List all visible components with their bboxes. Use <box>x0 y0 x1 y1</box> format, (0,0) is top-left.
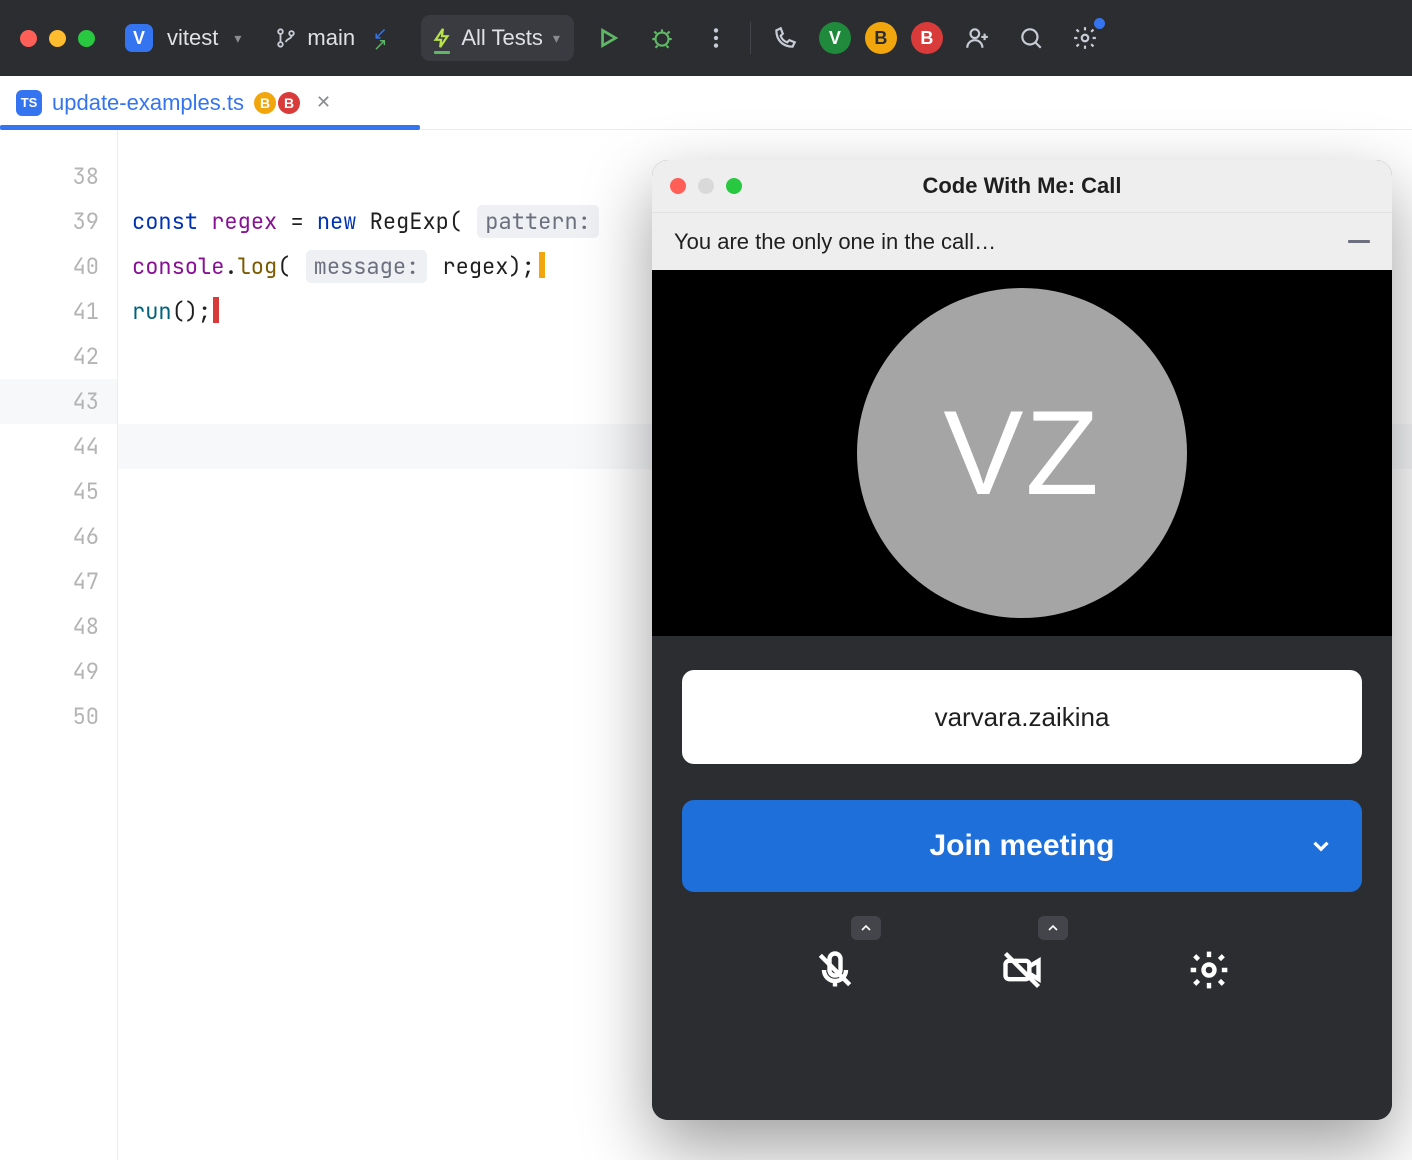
call-title: Code With Me: Call <box>652 173 1392 199</box>
ts-file-icon: TS <box>16 90 42 116</box>
call-button[interactable] <box>765 18 805 58</box>
settings-button[interactable] <box>1065 18 1105 58</box>
run-config-dropdown[interactable]: All Tests ▾ <box>421 15 574 61</box>
call-titlebar[interactable]: Code With Me: Call <box>652 160 1392 212</box>
camera-toggle[interactable] <box>990 938 1054 1002</box>
tab-filename: update-examples.ts <box>52 90 244 116</box>
avatar-3[interactable]: B <box>911 22 943 54</box>
active-tab-indicator <box>0 125 420 130</box>
call-status-text: You are the only one in the call… <box>674 229 996 255</box>
call-controls <box>682 938 1362 1002</box>
branch-name[interactable]: main <box>307 25 355 51</box>
gutter: 38394041424344454647484950 <box>0 130 118 1160</box>
ide-toolbar: V vitest ▾ main ↙↗ All Tests ▾ V B B <box>0 0 1412 76</box>
close-icon[interactable] <box>20 30 37 47</box>
join-meeting-button[interactable]: Join meeting <box>682 800 1362 892</box>
search-button[interactable] <box>1011 18 1051 58</box>
close-tab-button[interactable]: ✕ <box>316 92 331 113</box>
participant-avatar: VZ <box>857 288 1187 618</box>
collapse-icon[interactable] <box>1348 240 1370 243</box>
badge-icon: B <box>278 92 300 114</box>
username-input[interactable]: varvara.zaikina <box>682 670 1362 764</box>
chevron-down-icon[interactable] <box>1308 833 1334 859</box>
close-icon[interactable] <box>670 178 686 194</box>
more-button[interactable] <box>696 18 736 58</box>
run-button[interactable] <box>588 18 628 58</box>
tab-badges: B B <box>254 92 300 114</box>
marker-icon <box>539 252 545 278</box>
debug-button[interactable] <box>642 18 682 58</box>
call-body: varvara.zaikina Join meeting <box>652 636 1392 1120</box>
zoom-icon[interactable] <box>726 178 742 194</box>
editor-tab[interactable]: TS update-examples.ts B B ✕ <box>0 76 347 129</box>
divider <box>750 22 751 54</box>
run-config-label: All Tests <box>461 25 543 51</box>
branch-icon[interactable] <box>275 27 297 49</box>
expand-control-icon[interactable] <box>851 916 881 940</box>
call-video-area: VZ <box>652 270 1392 636</box>
vcs-update-icon[interactable]: ↙↗ <box>373 28 387 50</box>
chevron-down-icon: ▾ <box>553 30 560 47</box>
mic-toggle[interactable] <box>803 938 867 1002</box>
call-window: Code With Me: Call You are the only one … <box>652 160 1392 1120</box>
zoom-icon[interactable] <box>78 30 95 47</box>
avatar-1[interactable]: V <box>819 22 851 54</box>
minimize-icon[interactable] <box>49 30 66 47</box>
call-traffic-lights[interactable] <box>670 178 742 194</box>
avatar-2[interactable]: B <box>865 22 897 54</box>
join-label: Join meeting <box>929 829 1114 863</box>
project-name[interactable]: vitest <box>167 25 218 51</box>
badge-icon: B <box>254 92 276 114</box>
marker-icon <box>213 297 219 323</box>
add-user-button[interactable] <box>957 18 997 58</box>
window-traffic-lights[interactable] <box>14 30 101 47</box>
editor-tab-bar: TS update-examples.ts B B ✕ <box>0 76 1412 130</box>
minimize-icon[interactable] <box>698 178 714 194</box>
project-badge: V <box>125 24 153 52</box>
chevron-down-icon[interactable]: ▾ <box>234 30 241 47</box>
expand-control-icon[interactable] <box>1038 916 1068 940</box>
call-subtitle-bar: You are the only one in the call… <box>652 212 1392 270</box>
bolt-icon <box>431 25 453 51</box>
call-settings-button[interactable] <box>1177 938 1241 1002</box>
